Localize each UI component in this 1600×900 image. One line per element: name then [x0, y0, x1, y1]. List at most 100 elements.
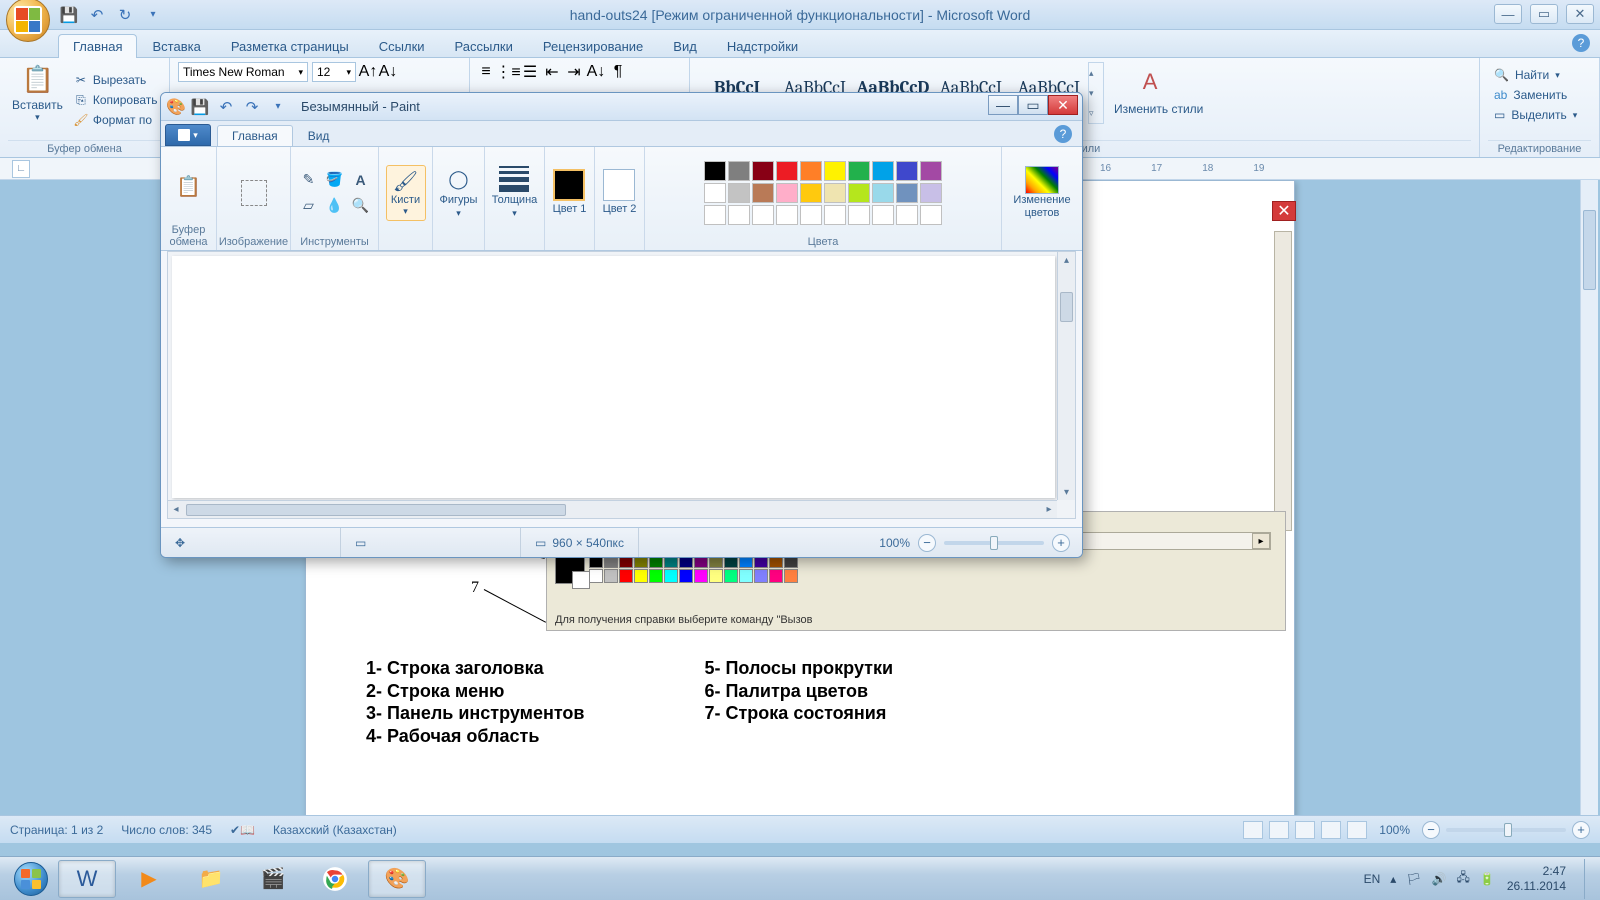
replace-button[interactable]: abЗаменить — [1494, 88, 1585, 102]
color2-button[interactable]: Цвет 2 — [603, 169, 637, 215]
palette-swatch[interactable] — [776, 161, 798, 181]
tab-mailings[interactable]: Рассылки — [440, 34, 528, 58]
tab-references[interactable]: Ссылки — [364, 34, 440, 58]
paint-tab-home[interactable]: Главная — [217, 125, 293, 146]
palette-swatch[interactable] — [704, 161, 726, 181]
palette-empty-swatch[interactable] — [776, 205, 798, 225]
paint-save-icon[interactable]: 💾 — [191, 98, 209, 116]
paint-paste-button[interactable]: 📋 — [176, 173, 202, 199]
palette-empty-swatch[interactable] — [848, 205, 870, 225]
office-button[interactable] — [6, 0, 50, 42]
paint-horizontal-scrollbar[interactable]: ◂▸ — [168, 500, 1057, 518]
tray-clock[interactable]: 2:47 26.11.2014 — [1507, 864, 1566, 893]
taskbar-word[interactable]: W — [58, 860, 116, 898]
magnifier-tool[interactable]: 🔍 — [349, 194, 373, 218]
palette-swatch[interactable] — [848, 161, 870, 181]
show-desktop-button[interactable] — [1584, 859, 1594, 899]
font-size-select[interactable]: 12▾ — [312, 62, 356, 82]
palette-swatch[interactable] — [896, 183, 918, 203]
view-print-layout[interactable] — [1243, 821, 1263, 839]
paint-zoom-slider[interactable] — [944, 541, 1044, 545]
status-language[interactable]: Казахский (Казахстан) — [273, 823, 397, 837]
zoom-in-button[interactable]: + — [1572, 821, 1590, 839]
bullets-icon[interactable]: ≡ — [478, 64, 494, 80]
zoom-slider[interactable] — [1446, 828, 1566, 832]
spellcheck-icon[interactable]: ✔📖 — [230, 823, 255, 837]
word-vertical-scrollbar[interactable] — [1580, 180, 1598, 815]
cut-button[interactable]: ✂Вырезать — [73, 72, 158, 88]
palette-swatch[interactable] — [896, 161, 918, 181]
taskbar-media[interactable]: ▶ — [120, 860, 178, 898]
palette-swatch[interactable] — [920, 161, 942, 181]
palette-swatch[interactable] — [800, 161, 822, 181]
shrink-font-icon[interactable]: A↓ — [380, 64, 396, 80]
find-button[interactable]: 🔍Найти▾ — [1494, 68, 1585, 82]
text-tool[interactable]: A — [349, 168, 373, 192]
close-button[interactable]: ✕ — [1566, 4, 1594, 24]
change-styles-button[interactable]: A Изменить стили — [1110, 67, 1207, 118]
edit-colors-button[interactable]: Изменение цветов — [1008, 166, 1076, 218]
maximize-button[interactable]: ▭ — [1530, 4, 1558, 24]
tray-lang[interactable]: EN — [1364, 872, 1381, 886]
save-icon[interactable]: 💾 — [60, 6, 78, 24]
view-web[interactable] — [1295, 821, 1315, 839]
redo-icon[interactable]: ↻ — [116, 6, 134, 24]
palette-swatch[interactable] — [776, 183, 798, 203]
palette-swatch[interactable] — [752, 161, 774, 181]
qat-dropdown-icon[interactable]: ▾ — [144, 6, 162, 24]
undo-icon[interactable]: ↶ — [88, 6, 106, 24]
eraser-tool[interactable]: ▱ — [297, 194, 321, 218]
zoom-percent[interactable]: 100% — [1379, 823, 1410, 837]
pencil-tool[interactable]: ✎ — [297, 168, 321, 192]
paint-maximize-button[interactable]: ▭ — [1018, 95, 1048, 115]
status-words[interactable]: Число слов: 345 — [121, 823, 212, 837]
palette-empty-swatch[interactable] — [728, 205, 750, 225]
view-full-reading[interactable] — [1269, 821, 1289, 839]
zoom-out-button[interactable]: − — [1422, 821, 1440, 839]
palette-swatch[interactable] — [824, 183, 846, 203]
tray-network-icon[interactable]: 🖧 — [1456, 868, 1469, 889]
tab-addins[interactable]: Надстройки — [712, 34, 813, 58]
shapes-button[interactable]: ◯Фигуры▾ — [440, 166, 478, 219]
fill-tool[interactable]: 🪣 — [323, 168, 347, 192]
minimize-button[interactable]: — — [1494, 4, 1522, 24]
tab-layout[interactable]: Разметка страницы — [216, 34, 364, 58]
grow-font-icon[interactable]: A↑ — [360, 64, 376, 80]
paint-file-menu[interactable]: ▾ — [165, 124, 211, 146]
palette-swatch[interactable] — [824, 161, 846, 181]
palette-swatch[interactable] — [872, 183, 894, 203]
color1-button[interactable]: Цвет 1 — [553, 169, 587, 215]
tray-volume-icon[interactable]: 🔊 — [1432, 872, 1447, 886]
multilevel-icon[interactable]: ☰ — [522, 64, 538, 80]
paint-help-icon[interactable]: ? — [1054, 125, 1072, 143]
thickness-button[interactable]: Толщина▾ — [492, 166, 538, 219]
palette-swatch[interactable] — [752, 183, 774, 203]
paint-titlebar[interactable]: 🎨 💾 ↶ ↷ ▾ Безымянный - Paint — ▭ ✕ — [161, 93, 1082, 121]
paint-tab-view[interactable]: Вид — [293, 125, 345, 146]
paste-button[interactable]: 📋 Вставить ▾ — [8, 62, 67, 138]
tab-view[interactable]: Вид — [658, 34, 712, 58]
palette-swatch[interactable] — [704, 183, 726, 203]
palette-swatch[interactable] — [920, 183, 942, 203]
palette-empty-swatch[interactable] — [920, 205, 942, 225]
view-draft[interactable] — [1347, 821, 1367, 839]
brushes-button[interactable]: 🖌Кисти▾ — [386, 165, 426, 221]
picker-tool[interactable]: 💧 — [323, 194, 347, 218]
paint-close-button[interactable]: ✕ — [1048, 95, 1078, 115]
palette-empty-swatch[interactable] — [752, 205, 774, 225]
tray-action-center-icon[interactable]: 🏳 — [1406, 872, 1421, 886]
palette-swatch[interactable] — [848, 183, 870, 203]
paint-qat-dropdown-icon[interactable]: ▾ — [269, 98, 287, 116]
palette-empty-swatch[interactable] — [704, 205, 726, 225]
tray-power-icon[interactable]: 🔋 — [1480, 872, 1495, 886]
copy-button[interactable]: ⎘Копировать — [73, 92, 158, 108]
palette-swatch[interactable] — [872, 161, 894, 181]
paint-select-button[interactable] — [241, 180, 267, 206]
view-outline[interactable] — [1321, 821, 1341, 839]
start-button[interactable] — [6, 859, 56, 899]
palette-swatch[interactable] — [728, 161, 750, 181]
taskbar-paint[interactable]: 🎨 — [368, 860, 426, 898]
paint-canvas[interactable] — [172, 256, 1055, 498]
palette-empty-swatch[interactable] — [800, 205, 822, 225]
pilcrow-icon[interactable]: ¶ — [610, 64, 626, 80]
